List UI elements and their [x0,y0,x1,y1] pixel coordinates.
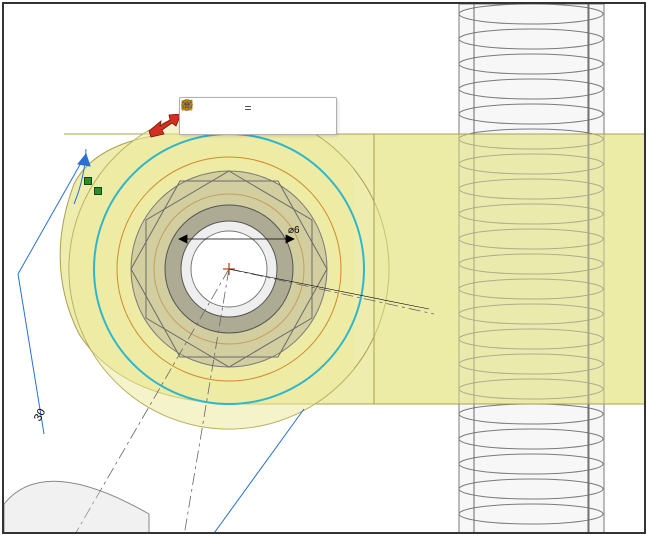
constraint-tangent-icon[interactable] [239,116,258,132]
constraint-equal-icon[interactable] [277,116,296,132]
constraint-coincident-icon[interactable] [182,116,201,132]
snap-handle[interactable] [84,177,92,185]
sketch-point-icon[interactable] [220,100,239,116]
equal-indicator: = [239,100,257,116]
constraint-dimension-icon[interactable] [220,116,239,132]
lower-cylinder [4,481,149,532]
sketch-arc-icon[interactable] [201,100,220,116]
dimension-dia6-label[interactable]: ⌀6 [286,225,302,236]
cad-viewport[interactable]: 30 ⌀6 [4,4,644,532]
context-toolbar[interactable]: = [179,97,337,135]
snap-handle[interactable] [94,187,102,195]
bracket-web [374,134,644,404]
constraint-parallel-icon[interactable] [258,116,277,132]
constraint-vertical-icon[interactable] [201,116,220,132]
cad-canvas [4,4,644,532]
constraint-fix-icon[interactable] [296,116,315,132]
constraint-symmetric-icon[interactable] [315,116,334,132]
